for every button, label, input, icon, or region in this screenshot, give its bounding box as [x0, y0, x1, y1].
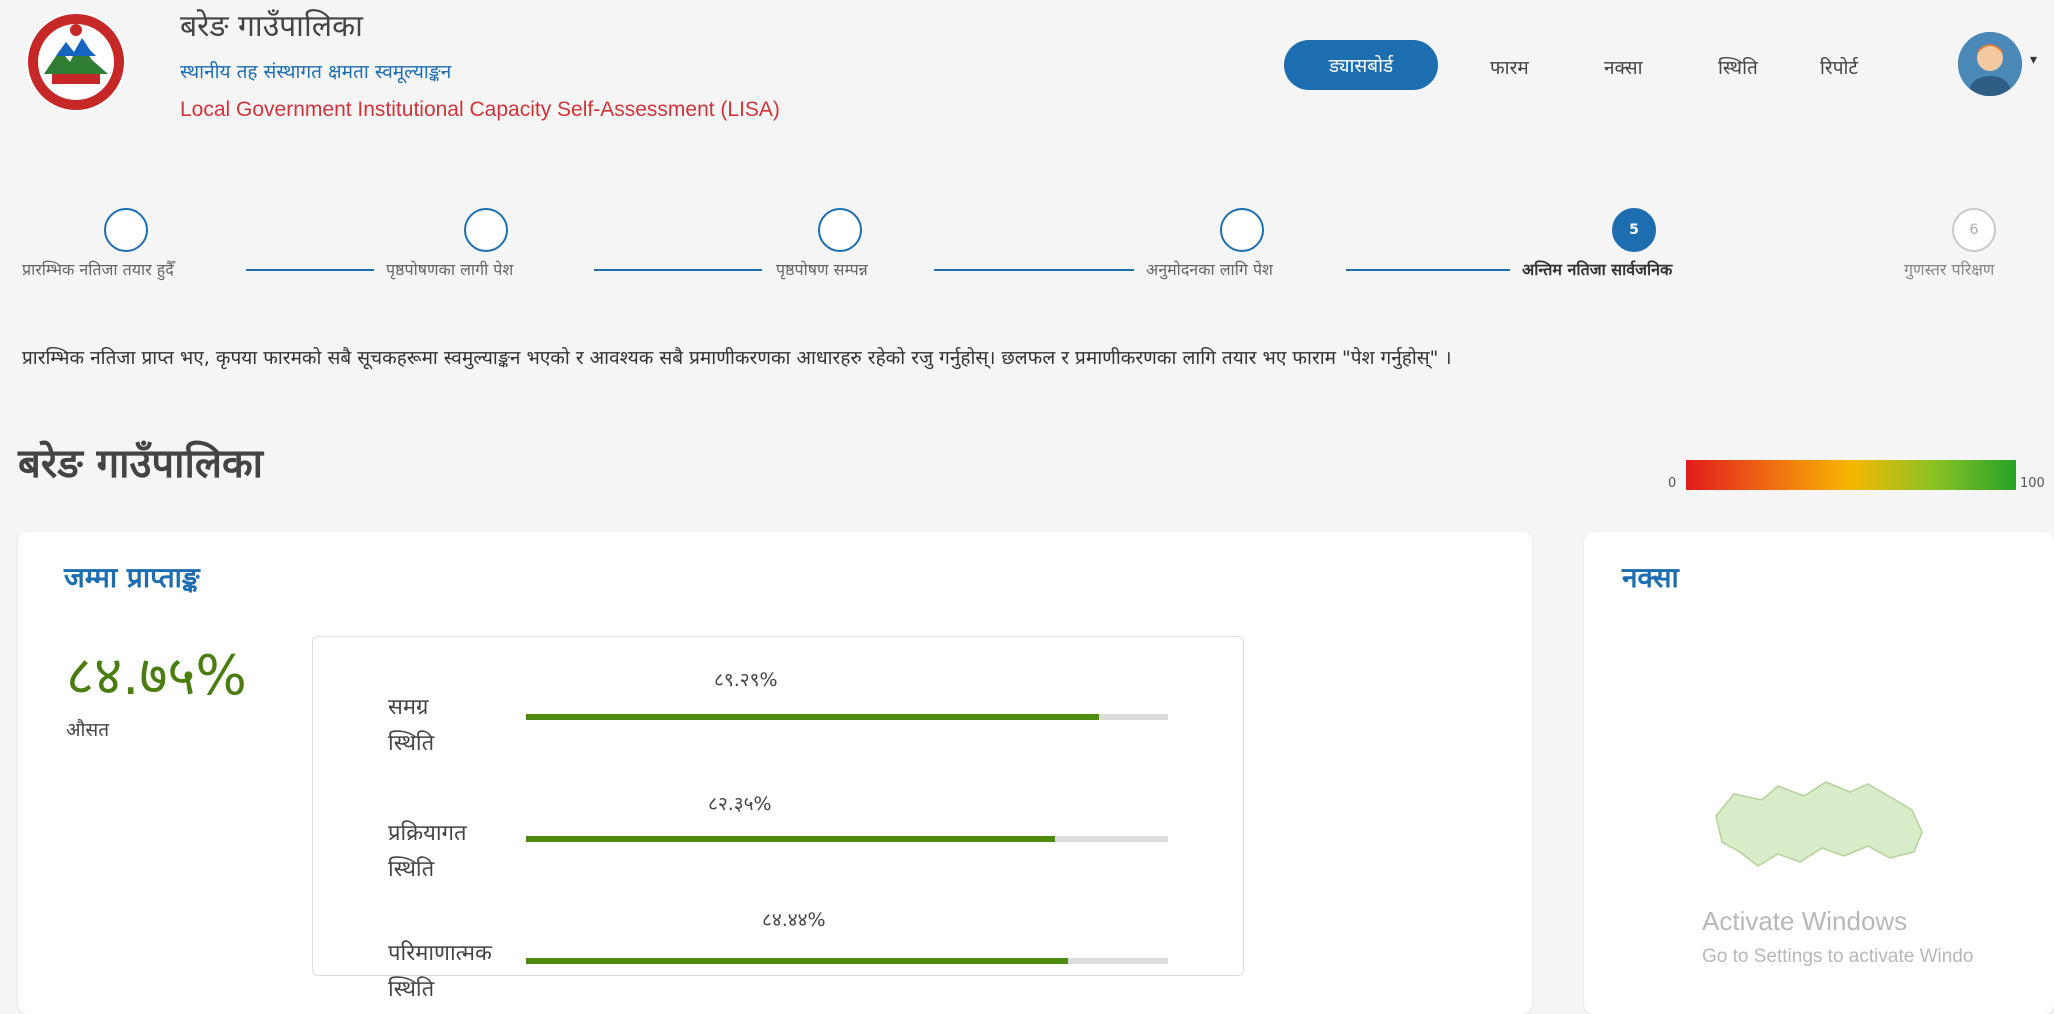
bar-value: ८४.४४%	[762, 909, 826, 931]
progress-bar-track	[526, 714, 1168, 720]
user-avatar[interactable]	[1958, 32, 2022, 96]
nav-dashboard-button[interactable]: ड्यासबोर्ड	[1284, 40, 1438, 90]
score-color-legend	[1686, 460, 2016, 490]
bar-value: ८२.३५%	[708, 793, 772, 815]
stepper-connector	[1346, 269, 1510, 271]
nav-map-link[interactable]: नक्सा	[1604, 54, 1643, 80]
progress-bar-fill	[526, 714, 1100, 720]
step-1-circle	[104, 208, 148, 252]
app-title: बरेङ गाउँपालिका	[180, 9, 363, 44]
map-card-title: नक्सा	[1622, 561, 1679, 594]
total-score-label: औसत	[66, 719, 110, 741]
step-5-label: अन्तिम नतिजा सार्वजनिक	[1522, 260, 1673, 279]
activate-windows-hint: Go to Settings to activate Windo	[1702, 946, 1974, 967]
nav-report-link[interactable]: रिपोर्ट	[1820, 54, 1858, 80]
step-2-circle	[464, 208, 508, 252]
total-score-value: ८४.७५%	[66, 644, 247, 707]
step-3-circle	[818, 208, 862, 252]
step-4-circle	[1220, 208, 1264, 252]
bar-label: समग्र स्थिति	[388, 695, 435, 756]
step-3-label: पृष्ठपोषण सम्पन्न	[776, 260, 868, 279]
app-subtitle-english: Local Government Institutional Capacity …	[180, 98, 780, 121]
legend-max-label: 100	[2020, 476, 2045, 491]
stepper-connector	[246, 269, 374, 271]
step-6-circle: 6	[1952, 208, 1996, 252]
step-1-label: प्रारम्भिक नतिजा तयार हुदैँ	[22, 260, 174, 279]
instruction-notice: प्रारम्भिक नतिजा प्राप्त भए, कृपया फारमक…	[22, 347, 1452, 369]
activate-windows-watermark: Activate Windows	[1702, 906, 1908, 936]
progress-bar-track	[526, 836, 1168, 842]
nav-form-link[interactable]: फारम	[1490, 54, 1529, 80]
chevron-down-icon[interactable]: ▾	[2030, 52, 2037, 68]
app-subtitle-nepali: स्थानीय तह संस्थागत क्षमता स्वमूल्याङ्कन	[180, 61, 452, 83]
progress-bar-track	[526, 958, 1168, 964]
progress-bar-fill	[526, 958, 1069, 964]
progress-bar-fill	[526, 836, 1055, 842]
step-4-label: अनुमोदनका लागि पेश	[1146, 260, 1273, 279]
bar-label: परिमाणात्मक स्थिति	[388, 941, 492, 1002]
step-5-circle: 5	[1612, 208, 1656, 252]
municipality-heading: बरेङ गाउँपालिका	[18, 441, 264, 487]
municipality-map[interactable]	[1708, 770, 1928, 880]
score-card-title: जम्मा प्राप्ताङ्क	[64, 561, 200, 594]
step-6-label: गुणस्तर परिक्षण	[1904, 260, 1995, 279]
legend-min-label: 0	[1668, 476, 1677, 491]
government-emblem-logo	[26, 12, 126, 112]
stepper-connector	[934, 269, 1134, 271]
step-2-label: पृष्ठपोषणका लागी पेश	[386, 260, 514, 279]
bar-label: प्रक्रियागत स्थिति	[388, 821, 467, 882]
nav-status-link[interactable]: स्थिति	[1718, 54, 1758, 80]
stepper-connector	[594, 269, 762, 271]
bar-value: ८९.२९%	[714, 669, 778, 691]
